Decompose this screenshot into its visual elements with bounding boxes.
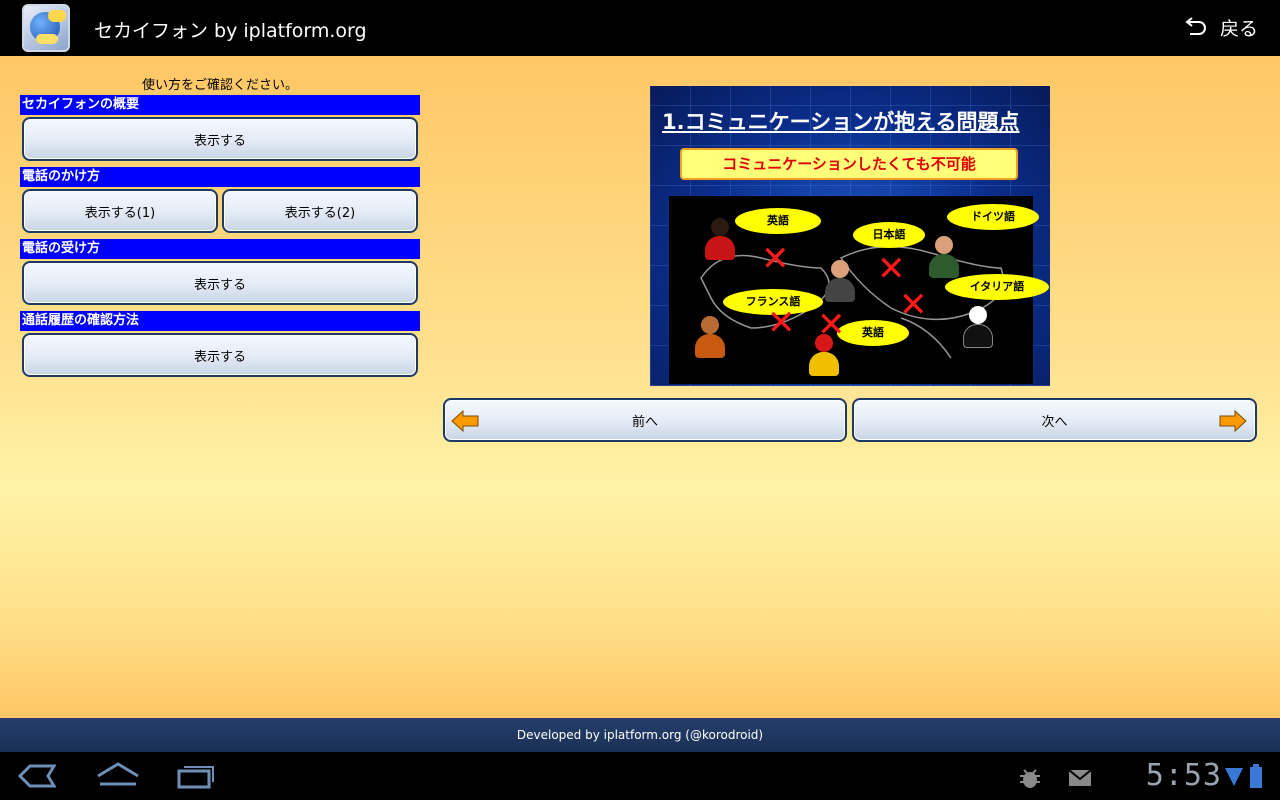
cross-mark-icon: ✕	[761, 239, 790, 279]
show-how-to-call-2-button[interactable]: 表示する(2)	[222, 189, 418, 233]
footer-credit: Developed by iplatform.org (@korodroid)	[0, 718, 1280, 752]
person-icon	[927, 234, 961, 278]
tutorial-slide-image: 1.コミュニケーションが抱える問題点 コミュニケーションしたくても不可能 英語 …	[650, 86, 1050, 386]
usb-debugging-icon	[1020, 769, 1040, 788]
show-overview-button[interactable]: 表示する	[22, 117, 418, 161]
next-button[interactable]: 次へ	[852, 398, 1257, 442]
content-area: 使い方をご確認ください。 セカイフォンの概要 表示する 電話のかけ方 表示する(…	[0, 56, 1280, 718]
slide-illustration: 英語 日本語 ドイツ語 フランス語 イタリア語 英語 ✕ ✕ ✕ ✕ ✕	[669, 196, 1049, 384]
speech-bubble-english: 英語	[735, 208, 821, 234]
recent-apps-icon[interactable]	[176, 762, 216, 790]
back-arrow-icon	[1185, 16, 1206, 35]
person-icon	[703, 216, 737, 260]
section-header-how-to-call: 電話のかけ方	[20, 167, 420, 187]
cross-mark-icon: ✕	[899, 285, 928, 325]
person-icon	[961, 304, 995, 348]
person-icon	[693, 314, 727, 358]
system-navigation-bar: 5:53	[0, 752, 1280, 800]
action-bar: セカイフォン by iplatform.org 戻る	[0, 0, 1280, 56]
system-clock: 5:53	[1145, 758, 1222, 793]
speech-bubble-german: ドイツ語	[947, 204, 1039, 230]
arrow-left-icon	[451, 410, 479, 432]
cross-mark-icon: ✕	[817, 305, 846, 345]
show-call-history-button[interactable]: 表示する	[22, 333, 418, 377]
help-menu: 使い方をご確認ください。 セカイフォンの概要 表示する 電話のかけ方 表示する(…	[20, 76, 420, 383]
next-label: 次へ	[1041, 414, 1068, 430]
show-how-to-call-1-button[interactable]: 表示する(1)	[22, 189, 218, 233]
instruction-text: 使い方をご確認ください。	[141, 78, 298, 93]
back-button[interactable]: 戻る	[1184, 14, 1258, 41]
app-logo-icon[interactable]	[22, 4, 70, 52]
cross-mark-icon: ✕	[767, 303, 796, 343]
section-header-how-to-receive: 電話の受け方	[20, 239, 420, 259]
cross-mark-icon: ✕	[877, 249, 906, 289]
speech-bubble-japanese: 日本語	[853, 222, 925, 248]
back-nav-icon[interactable]	[16, 762, 56, 790]
section-header-call-history: 通話履歴の確認方法	[20, 311, 420, 331]
previous-label: 前へ	[631, 414, 658, 430]
slide-banner: コミュニケーションしたくても不可能	[680, 148, 1018, 180]
person-icon	[823, 258, 857, 302]
back-label: 戻る	[1219, 18, 1258, 40]
previous-button[interactable]: 前へ	[443, 398, 847, 442]
gmail-notification-icon	[1068, 769, 1092, 786]
battery-icon	[1250, 764, 1262, 788]
app-title: セカイフォン by iplatform.org	[94, 20, 367, 42]
slide-title: 1.コミュニケーションが抱える問題点	[662, 110, 1020, 134]
show-how-to-receive-button[interactable]: 表示する	[22, 261, 418, 305]
section-header-overview: セカイフォンの概要	[20, 95, 420, 115]
home-nav-icon[interactable]	[96, 762, 140, 790]
arrow-right-icon	[1219, 410, 1247, 432]
wifi-signal-icon	[1225, 768, 1243, 786]
